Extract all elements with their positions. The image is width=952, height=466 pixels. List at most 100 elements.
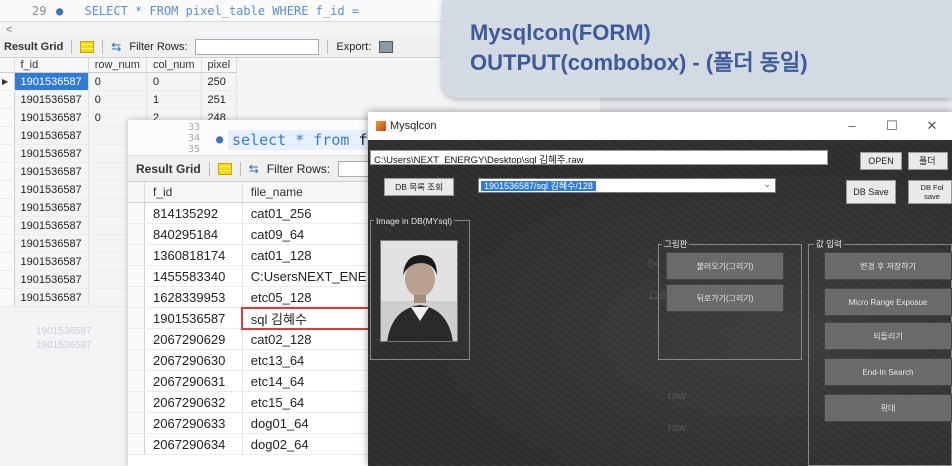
table-cell[interactable]: cat02_128 — [242, 328, 389, 350]
row-gutter[interactable] — [0, 180, 15, 199]
table-cell[interactable]: 1901536587 — [14, 234, 89, 253]
table-cell[interactable]: 1901536587 — [14, 144, 89, 163]
row-gutter[interactable] — [0, 288, 15, 307]
row-gutter[interactable] — [128, 370, 145, 392]
table-row[interactable]: 840295184 cat09_64 — [128, 223, 389, 245]
table-cell[interactable]: etc15_64 — [242, 391, 389, 413]
row-gutter[interactable] — [0, 90, 15, 109]
table-cell[interactable]: 1901536587 — [14, 198, 89, 217]
row-gutter[interactable]: ▶ — [0, 72, 15, 91]
zoom-button[interactable]: 확대 — [824, 394, 952, 422]
table-cell[interactable]: 840295184 — [144, 223, 243, 245]
column-header[interactable]: pixel — [201, 58, 238, 73]
change-save-button[interactable]: 변경 후 저장하기 — [824, 252, 952, 280]
table-row[interactable]: 2067290634 dog02_64 — [128, 433, 389, 455]
table-row[interactable]: 1901536587 0 1 251 — [0, 90, 238, 109]
row-gutter[interactable] — [0, 108, 15, 127]
table-cell[interactable]: cat01_128 — [242, 244, 389, 266]
result-grid-label[interactable]: Result Grid — [136, 162, 201, 176]
folder-button[interactable]: 폴더 — [908, 152, 948, 170]
table-cell[interactable]: 0 — [88, 72, 147, 91]
table-row[interactable]: 1455583340 C:UsersNEXT_ENE — [128, 265, 389, 287]
row-gutter[interactable] — [0, 126, 15, 145]
table-row[interactable]: 1901536587 sql 김혜수 — [128, 306, 389, 330]
result-grid-label[interactable]: Result Grid — [4, 41, 63, 53]
table-cell[interactable]: 1901536587 — [14, 162, 89, 181]
table-cell[interactable]: 2067290631 — [144, 370, 243, 392]
table-cell[interactable]: 1360818174 — [144, 244, 243, 266]
maximize-button[interactable]: ☐ — [872, 118, 912, 134]
filter-icon[interactable]: ⇆ — [111, 40, 121, 54]
table-cell[interactable]: 1901536587 — [14, 108, 89, 127]
table-cell[interactable]: 1901536587 — [14, 270, 89, 289]
grid-view-icon[interactable] — [80, 40, 95, 53]
table-cell[interactable]: 1901536587 — [14, 90, 89, 109]
table-cell[interactable]: C:UsersNEXT_ENE — [242, 265, 389, 287]
row-gutter[interactable] — [0, 144, 15, 163]
row-gutter[interactable] — [0, 252, 15, 271]
table-cell[interactable]: 2067290629 — [144, 328, 243, 350]
row-gutter[interactable] — [128, 433, 145, 455]
scroll-left-icon[interactable]: < — [6, 24, 12, 36]
table-cell[interactable]: etc14_64 — [242, 370, 389, 392]
table-cell[interactable]: 1901536587 — [14, 252, 89, 271]
back-draw-button[interactable]: 뒤로가기(그리기) — [666, 284, 784, 312]
table-row[interactable]: 2067290631 etc14_64 — [128, 370, 389, 392]
table-cell[interactable]: 814135292 — [144, 202, 243, 224]
table-cell[interactable]: etc05_128 — [242, 286, 389, 308]
table-cell[interactable]: 0 — [146, 72, 202, 91]
chevron-down-icon[interactable]: ⌄ — [763, 179, 771, 190]
row-gutter[interactable] — [0, 198, 15, 217]
row-gutter[interactable] — [128, 202, 145, 224]
table-cell[interactable]: 1901536587 — [14, 126, 89, 145]
row-gutter[interactable] — [128, 391, 145, 413]
table-cell[interactable]: 1901536587 — [14, 216, 89, 235]
table-cell[interactable]: 1628339953 — [144, 286, 243, 308]
table-row[interactable]: 2067290630 etc13_64 — [128, 349, 389, 371]
filter-icon[interactable]: ⇆ — [249, 162, 259, 176]
table-cell[interactable]: 1 — [146, 90, 202, 109]
table-cell[interactable]: 251 — [201, 90, 238, 109]
close-button[interactable]: ✕ — [912, 118, 952, 134]
db-folder-save-button[interactable]: DB Fol save — [908, 180, 952, 204]
row-gutter[interactable] — [0, 162, 15, 181]
column-header[interactable]: file_name — [242, 182, 389, 203]
row-gutter[interactable] — [128, 286, 145, 308]
form-titlebar[interactable]: Mysqlcon – ☐ ✕ — [368, 112, 952, 140]
table-cell[interactable]: 2067290632 — [144, 391, 243, 413]
grid-view-icon[interactable] — [217, 162, 232, 175]
db-list-button[interactable]: DB 목록 조회 — [384, 178, 454, 196]
table-cell[interactable]: 2067290630 — [144, 349, 243, 371]
table-row[interactable]: 1360818174 cat01_128 — [128, 244, 389, 266]
filter-input[interactable] — [195, 38, 320, 55]
table-row[interactable]: 1628339953 etc05_128 — [128, 286, 389, 308]
column-header[interactable]: row_num — [88, 58, 147, 73]
row-gutter[interactable] — [0, 234, 15, 253]
load-draw-button[interactable]: 불러오기(그리기) — [666, 252, 784, 280]
table-row[interactable]: 2067290632 etc15_64 — [128, 391, 389, 413]
export-icon[interactable] — [379, 40, 394, 53]
table-cell[interactable]: 1901536587 — [14, 288, 89, 307]
output-combobox[interactable]: 1901536587/sql 김혜수/128 ⌄ — [478, 178, 776, 193]
column-header[interactable]: col_num — [146, 58, 202, 73]
table-cell[interactable]: cat01_256 — [242, 202, 389, 224]
undo-button[interactable]: 되돌리기 — [824, 322, 952, 350]
table-row[interactable]: ▶ 1901536587 0 0 250 — [0, 72, 238, 91]
table-row[interactable]: 814135292 cat01_256 — [128, 202, 389, 224]
table-cell[interactable]: 1901536587 — [144, 307, 243, 329]
micro-range-exposure-button[interactable]: Micro Range Exposue — [824, 288, 952, 316]
column-header[interactable]: f_id — [144, 182, 243, 203]
table-cell[interactable]: 250 — [201, 72, 238, 91]
row-gutter[interactable] — [128, 307, 145, 329]
table-cell[interactable]: dog01_64 — [242, 412, 389, 434]
table-cell[interactable]: 1901536587 — [14, 180, 89, 199]
db-save-button[interactable]: DB Save — [846, 180, 896, 204]
table-cell[interactable]: 1455583340 — [144, 265, 243, 287]
row-gutter[interactable] — [128, 244, 145, 266]
table-cell[interactable]: cat09_64 — [242, 223, 389, 245]
table-cell[interactable]: etc13_64 — [242, 349, 389, 371]
column-header[interactable]: f_id — [14, 58, 89, 73]
table-cell[interactable]: 2067290634 — [144, 433, 243, 455]
file-path-field[interactable]: C:\Users\NEXT_ENERGY\Desktop\sql 김혜주.raw — [370, 150, 828, 165]
open-button[interactable]: OPEN — [860, 152, 902, 170]
